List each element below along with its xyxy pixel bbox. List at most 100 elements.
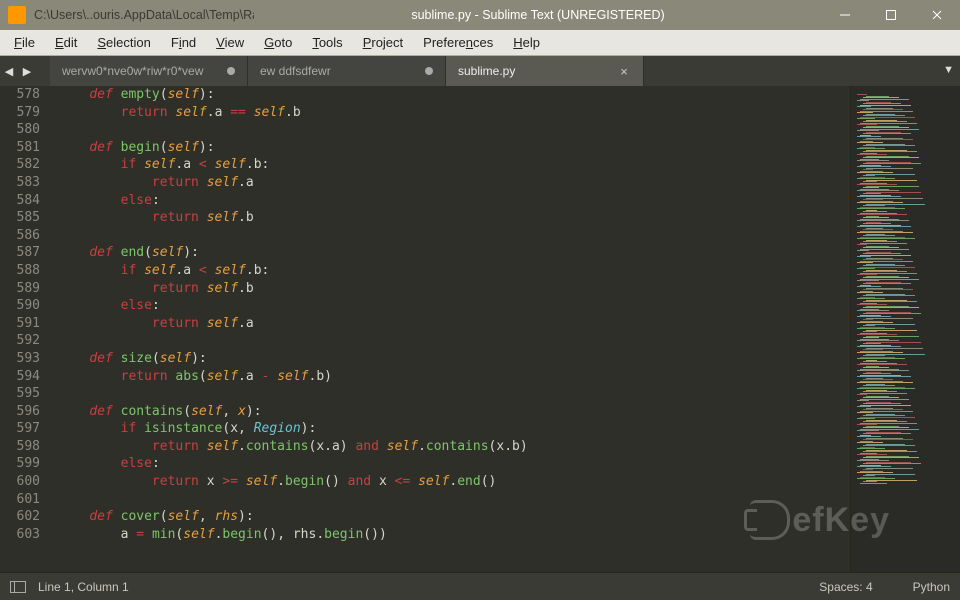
code-line — [48, 227, 850, 245]
code-line: def empty(self): — [48, 86, 850, 104]
code-line: return self.a == self.b — [48, 104, 850, 122]
menu-file[interactable]: File — [4, 32, 45, 53]
menu-find[interactable]: Find — [161, 32, 206, 53]
line-number: 578 — [0, 86, 40, 104]
minimap-line — [860, 243, 907, 244]
tab-row: ◀ ▶ wervw0*nve0w*riw*r0*vew ew ddfsdfewr s… — [0, 56, 960, 86]
menu-goto[interactable]: Goto — [254, 32, 302, 53]
menu-selection[interactable]: Selection — [87, 32, 160, 53]
menu-edit[interactable]: Edit — [45, 32, 87, 53]
code-line: def begin(self): — [48, 139, 850, 157]
minimap-line — [866, 468, 913, 469]
line-number: 597 — [0, 420, 40, 438]
menu-view[interactable]: View — [206, 32, 254, 53]
line-number-gutter[interactable]: 5785795805815825835845855865875885895905… — [0, 86, 48, 572]
editor-area: 5785795805815825835845855865875885895905… — [0, 86, 960, 572]
line-number: 596 — [0, 403, 40, 421]
code-line: else: — [48, 297, 850, 315]
line-number: 601 — [0, 491, 40, 509]
tab-label: sublime.py — [458, 64, 609, 78]
code-line: return self.b — [48, 280, 850, 298]
status-position[interactable]: Line 1, Column 1 — [38, 580, 779, 594]
line-number: 582 — [0, 156, 40, 174]
tab-label: ew ddfsdfewr — [260, 64, 417, 78]
minimap-line — [866, 168, 913, 169]
code-line: return abs(self.a - self.b) — [48, 368, 850, 386]
menu-project[interactable]: Project — [353, 32, 413, 53]
code-line: def end(self): — [48, 244, 850, 262]
line-number: 594 — [0, 368, 40, 386]
nav-back-button[interactable]: ◀ — [0, 56, 18, 86]
code-line — [48, 491, 850, 509]
tab-wervw0-nve0w-riw-r0-vew[interactable]: wervw0*nve0w*riw*r0*vew — [50, 56, 248, 86]
app-icon — [8, 6, 26, 24]
code-line — [48, 332, 850, 350]
line-number: 595 — [0, 385, 40, 403]
minimap-line — [857, 370, 909, 371]
line-number: 588 — [0, 262, 40, 280]
line-number: 584 — [0, 192, 40, 210]
tab-dropdown-icon[interactable]: ▼ — [943, 64, 954, 76]
line-number: 585 — [0, 209, 40, 227]
minimap-line — [857, 220, 909, 221]
line-number: 603 — [0, 526, 40, 544]
code-line — [48, 385, 850, 403]
line-number: 598 — [0, 438, 40, 456]
code-editor[interactable]: def empty(self): return self.a == self.b… — [48, 86, 850, 572]
minimap-line — [857, 208, 905, 209]
window-title: sublime.py - Sublime Text (UNREGISTERED) — [254, 8, 822, 22]
maximize-button[interactable] — [868, 0, 914, 30]
code-line: return self.b — [48, 209, 850, 227]
minimize-button[interactable] — [822, 0, 868, 30]
tab-label: wervw0*nve0w*riw*r0*vew — [62, 64, 219, 78]
code-line: else: — [48, 455, 850, 473]
line-number: 587 — [0, 244, 40, 262]
code-line: if isinstance(x, Region): — [48, 420, 850, 438]
code-line: a = min(self.begin(), rhs.begin()) — [48, 526, 850, 544]
tab-sublime-py[interactable]: sublime.py × — [446, 56, 644, 86]
line-number: 591 — [0, 315, 40, 333]
line-number: 599 — [0, 455, 40, 473]
tab-dirty-indicator — [227, 67, 235, 75]
line-number: 602 — [0, 508, 40, 526]
line-number: 592 — [0, 332, 40, 350]
panel-switch-icon[interactable] — [10, 581, 26, 593]
menu-bar: FileEditSelectionFindViewGotoToolsProjec… — [0, 30, 960, 56]
line-number: 589 — [0, 280, 40, 298]
line-number: 593 — [0, 350, 40, 368]
line-number: 581 — [0, 139, 40, 157]
minimap-line — [866, 318, 913, 319]
tab-ew-ddfsdfewr[interactable]: ew ddfsdfewr — [248, 56, 446, 86]
line-number: 586 — [0, 227, 40, 245]
line-number: 580 — [0, 121, 40, 139]
code-line: if self.a < self.b: — [48, 156, 850, 174]
status-indent[interactable]: Spaces: 4 — [819, 580, 872, 594]
code-line: if self.a < self.b: — [48, 262, 850, 280]
tab-close-icon[interactable]: × — [617, 64, 631, 78]
status-syntax[interactable]: Python — [913, 580, 950, 594]
minimap-line — [860, 483, 887, 484]
code-line: return self.a — [48, 315, 850, 333]
nav-forward-button[interactable]: ▶ — [18, 56, 36, 86]
code-line: def cover(self, rhs): — [48, 508, 850, 526]
code-line — [48, 121, 850, 139]
code-line: def size(self): — [48, 350, 850, 368]
minimap[interactable] — [850, 86, 960, 572]
close-button[interactable] — [914, 0, 960, 30]
menu-preferences[interactable]: Preferences — [413, 32, 503, 53]
line-number: 579 — [0, 104, 40, 122]
minimap-line — [857, 358, 905, 359]
code-line: def contains(self, x): — [48, 403, 850, 421]
menu-help[interactable]: Help — [503, 32, 550, 53]
title-bar[interactable]: C:\Users\..ouris.AppData\Local\Temp\Rar$… — [0, 0, 960, 30]
menu-tools[interactable]: Tools — [302, 32, 352, 53]
minimap-line — [860, 393, 907, 394]
window-path: C:\Users\..ouris.AppData\Local\Temp\Rar$… — [34, 8, 254, 22]
code-line: return self.contains(x.a) and self.conta… — [48, 438, 850, 456]
line-number: 600 — [0, 473, 40, 491]
minimap-line — [857, 364, 907, 365]
status-bar: Line 1, Column 1 Spaces: 4 Python — [0, 572, 960, 600]
line-number: 590 — [0, 297, 40, 315]
minimap-line — [857, 214, 907, 215]
tab-dirty-indicator — [425, 67, 433, 75]
